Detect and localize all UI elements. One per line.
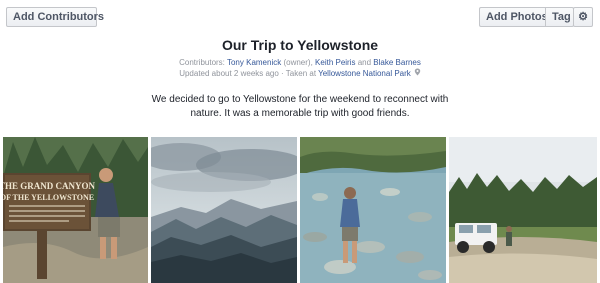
contributors-prefix: Contributors: <box>179 58 227 67</box>
album-photo[interactable] <box>449 137 597 283</box>
gear-icon: ⚙ <box>578 11 588 23</box>
album-photo[interactable]: THE GRAND CANYON OF THE YELLOWSTONE <box>3 137 148 283</box>
add-photos-button[interactable]: Add Photos <box>479 7 548 27</box>
add-contributors-button[interactable]: Add Contributors <box>6 7 104 27</box>
tag-button[interactable]: Tag <box>545 7 574 27</box>
album-photo[interactable] <box>151 137 297 283</box>
album-photo[interactable] <box>300 137 446 283</box>
album-actions-group: Add Photos Tag <box>479 7 574 27</box>
settings-button[interactable]: ⚙ <box>573 7 593 27</box>
location-link[interactable]: Yellowstone National Park <box>318 69 411 78</box>
contributor-link[interactable]: Tony Kamenick <box>227 58 281 67</box>
and-text: and <box>355 58 374 67</box>
contributors-line: Contributors: Tony Kamenick (owner), Kei… <box>0 58 600 68</box>
album-description: We decided to go to Yellowstone for the … <box>151 94 449 119</box>
sign-text-line-2: OF THE YELLOWSTONE <box>3 193 94 202</box>
album-title: Our Trip to Yellowstone <box>221 37 379 53</box>
updated-line: Updated about 2 weeks ago · Taken at Yel… <box>0 68 600 79</box>
map-pin-icon <box>414 68 421 79</box>
updated-text: Updated about 2 weeks ago · Taken at <box>179 69 319 78</box>
contributor-link[interactable]: Keith Peiris <box>315 58 355 67</box>
sign-text-line-1: THE GRAND CANYON <box>3 181 95 191</box>
contributor-link[interactable]: Blake Barnes <box>373 58 421 67</box>
owner-label: (owner), <box>281 58 316 67</box>
